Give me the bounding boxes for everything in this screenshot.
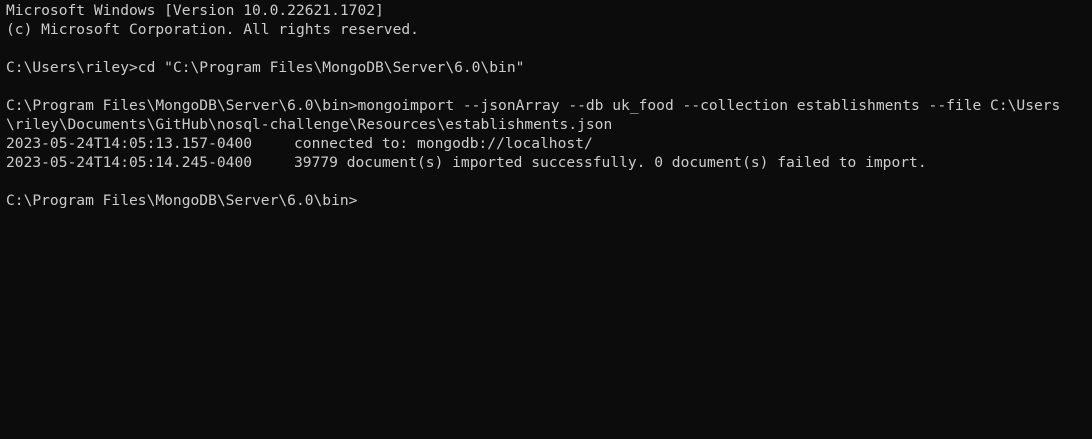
command-line-cd: C:\Users\riley>cd "C:\Program Files\Mong… [6, 58, 1092, 77]
command-line-mongoimport: C:\Program Files\MongoDB\Server\6.0\bin>… [6, 96, 1092, 115]
log-message: 39779 document(s) imported successfully.… [294, 154, 927, 171]
terminal-window[interactable]: Microsoft Windows [Version 10.0.22621.17… [0, 0, 1092, 439]
command-text: cd "C:\Program Files\MongoDB\Server\6.0\… [137, 59, 525, 76]
log-timestamp: 2023-05-24T14:05:13.157-0400 [6, 135, 253, 152]
log-message: connected to: mongodb://localhost/ [294, 135, 593, 152]
command-text: mongoimport --jsonArray --db uk_food --c… [357, 97, 1061, 114]
prompt: C:\Program Files\MongoDB\Server\6.0\bin> [6, 192, 358, 209]
prompt: C:\Program Files\MongoDB\Server\6.0\bin> [6, 97, 358, 114]
log-timestamp: 2023-05-24T14:05:14.245-0400 [6, 154, 253, 171]
prompt: C:\Users\riley> [6, 59, 138, 76]
terminal-header-version: Microsoft Windows [Version 10.0.22621.17… [6, 2, 384, 19]
log-line: 2023-05-24T14:05:14.245-0400 39779 docume… [6, 153, 1092, 172]
final-prompt-line[interactable]: C:\Program Files\MongoDB\Server\6.0\bin> [6, 191, 1092, 210]
log-line: 2023-05-24T14:05:13.157-0400 connected to… [6, 134, 1092, 153]
command-line-wrap: \riley\Documents\GitHub\nosql-challenge\… [6, 116, 613, 133]
terminal-header-copyright: (c) Microsoft Corporation. All rights re… [6, 21, 419, 38]
